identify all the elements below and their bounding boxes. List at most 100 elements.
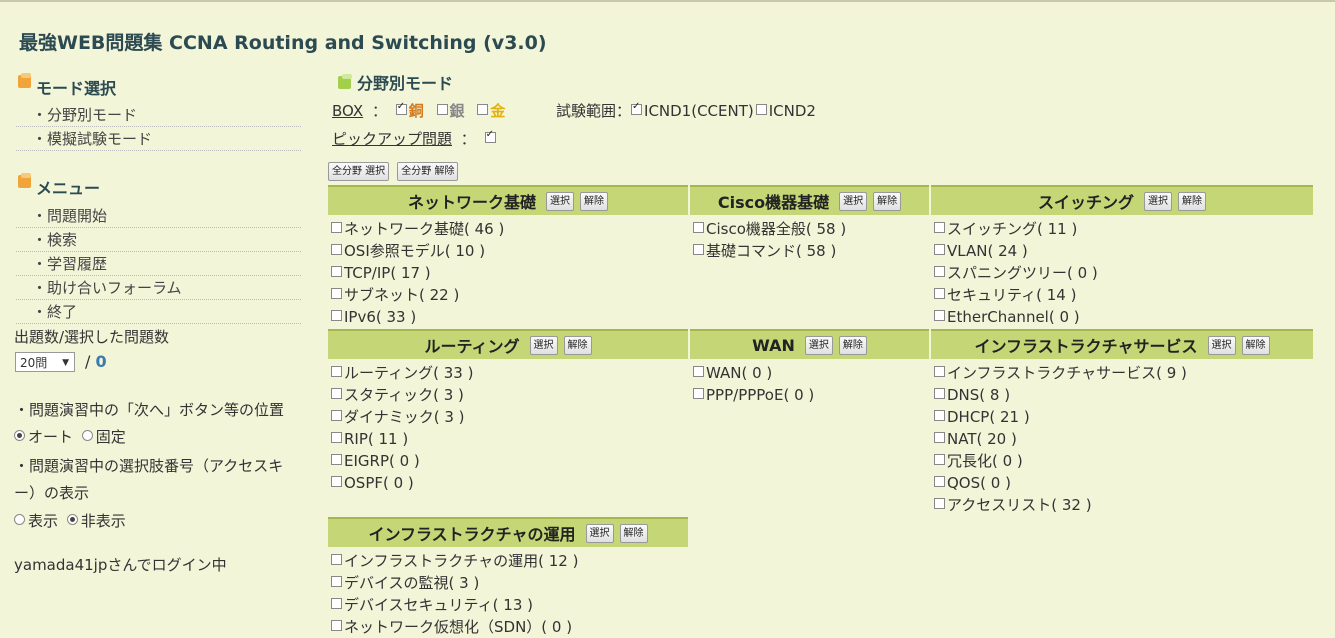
item-checkbox[interactable]	[331, 288, 342, 299]
list-item[interactable]: セキュリティ( 14 )	[934, 284, 1098, 306]
clear-button[interactable]: 解除	[619, 523, 648, 543]
item-checkbox[interactable]	[934, 498, 945, 509]
item-checkbox[interactable]	[331, 244, 342, 255]
list-item[interactable]: サブネット( 22 )	[331, 284, 504, 306]
select-button[interactable]: 選択	[546, 191, 574, 211]
item-checkbox[interactable]	[331, 388, 342, 399]
item-checkbox[interactable]	[934, 454, 945, 465]
list-item[interactable]: RIP( 11 )	[331, 428, 473, 450]
item-checkbox[interactable]	[934, 366, 945, 377]
list-item[interactable]: デバイスの監視( 3 )	[331, 572, 578, 594]
list-item[interactable]: スタティック( 3 )	[331, 384, 473, 406]
list-item[interactable]: ネットワーク基礎( 46 )	[331, 218, 504, 240]
mode-list: ・分野別モード ・模擬試験モード	[16, 104, 301, 152]
count-select[interactable]: 20問 ▼	[15, 352, 75, 372]
item-checkbox[interactable]	[331, 598, 342, 609]
item-checkbox[interactable]	[331, 620, 342, 631]
list-item[interactable]: DNS( 8 )	[934, 384, 1187, 406]
item-checkbox[interactable]	[934, 388, 945, 399]
list-item[interactable]: OSPF( 0 )	[331, 472, 473, 494]
list-item[interactable]: IPv6( 33 )	[331, 306, 504, 328]
sidebar-item-field-mode[interactable]: ・分野別モード	[16, 104, 301, 127]
list-item[interactable]: デバイスセキュリティ( 13 )	[331, 594, 578, 616]
item-checkbox[interactable]	[331, 576, 342, 587]
select-button[interactable]: 選択	[804, 335, 833, 355]
item-checkbox[interactable]	[934, 432, 945, 443]
list-item[interactable]: ダイナミック( 3 )	[331, 406, 473, 428]
list-item[interactable]: TCP/IP( 17 )	[331, 262, 504, 284]
item-checkbox[interactable]	[331, 476, 342, 487]
sidebar-item-history[interactable]: ・学習履歴	[16, 253, 301, 276]
clear-button[interactable]: 解除	[838, 335, 867, 355]
item-checkbox[interactable]	[934, 310, 945, 321]
item-checkbox[interactable]	[934, 288, 945, 299]
clear-button[interactable]: 解除	[1241, 335, 1270, 355]
list-item[interactable]: スイッチング( 11 )	[934, 218, 1098, 240]
item-checkbox[interactable]	[934, 410, 945, 421]
item-checkbox[interactable]	[331, 266, 342, 277]
list-item[interactable]: PPP/PPPoE( 0 )	[693, 384, 814, 406]
pickup-checkbox[interactable]	[484, 129, 496, 143]
list-item[interactable]: インフラストラクチャの運用( 12 )	[331, 550, 578, 572]
item-checkbox[interactable]	[693, 244, 704, 255]
select-button[interactable]: 選択	[529, 335, 558, 355]
list-item[interactable]: Cisco機器全般( 58 )	[693, 218, 846, 240]
item-checkbox[interactable]	[331, 366, 342, 377]
clear-button[interactable]: 解除	[563, 335, 592, 355]
pickup-link[interactable]: ピックアップ問題	[332, 130, 452, 148]
sidebar-item-exit[interactable]: ・終了	[16, 301, 301, 324]
list-item[interactable]: スパニングツリー( 0 )	[934, 262, 1098, 284]
clear-button[interactable]: 解除	[1178, 191, 1206, 211]
box-icon	[336, 73, 354, 91]
list-item[interactable]: 冗長化( 0 )	[934, 450, 1187, 472]
clear-all-button[interactable]: 全分野 解除	[397, 162, 459, 181]
accesskey-show-radio[interactable]	[14, 514, 25, 525]
item-checkbox[interactable]	[934, 266, 945, 277]
list-item[interactable]: ルーティング( 33 )	[331, 362, 473, 384]
scope-icnd1-checkbox[interactable]	[631, 101, 643, 115]
scope-icnd2-checkbox[interactable]	[755, 104, 767, 115]
list-item[interactable]: DHCP( 21 )	[934, 406, 1187, 428]
list-item[interactable]: EIGRP( 0 )	[331, 450, 473, 472]
list-item[interactable]: EtherChannel( 0 )	[934, 306, 1098, 328]
list-item[interactable]: QOS( 0 )	[934, 472, 1187, 494]
box-gold-checkbox[interactable]	[477, 104, 489, 115]
sidebar-item-forum[interactable]: ・助け合いフォーラム	[16, 277, 301, 300]
select-button[interactable]: 選択	[1144, 191, 1172, 211]
select-all-button[interactable]: 全分野 選択	[328, 162, 390, 181]
list-item[interactable]: OSI参照モデル( 10 )	[331, 240, 504, 262]
sidebar-item-search[interactable]: ・検索	[16, 229, 301, 252]
item-checkbox[interactable]	[331, 410, 342, 421]
box-link[interactable]: BOX	[332, 102, 363, 120]
list-item[interactable]: アクセスリスト( 32 )	[934, 494, 1187, 516]
clear-button[interactable]: 解除	[873, 191, 902, 211]
select-button[interactable]: 選択	[585, 523, 614, 543]
item-checkbox[interactable]	[693, 366, 704, 377]
item-checkbox[interactable]	[331, 554, 342, 565]
list-item[interactable]: インフラストラクチャサービス( 9 )	[934, 362, 1187, 384]
box-copper-checkbox[interactable]	[395, 101, 407, 115]
list-item[interactable]: NAT( 20 )	[934, 428, 1187, 450]
select-button[interactable]: 選択	[839, 191, 868, 211]
item-checkbox[interactable]	[693, 222, 704, 233]
clear-button[interactable]: 解除	[580, 191, 608, 211]
item-checkbox[interactable]	[331, 454, 342, 465]
item-checkbox[interactable]	[693, 388, 704, 399]
item-checkbox[interactable]	[934, 222, 945, 233]
list-item[interactable]: 基礎コマンド( 58 )	[693, 240, 846, 262]
sidebar-item-start[interactable]: ・問題開始	[16, 205, 301, 228]
position-auto-radio[interactable]	[14, 430, 25, 441]
item-checkbox[interactable]	[934, 244, 945, 255]
box-silver-checkbox[interactable]	[436, 104, 448, 115]
list-item[interactable]: ネットワーク仮想化（SDN）( 0 )	[331, 616, 578, 638]
item-checkbox[interactable]	[934, 476, 945, 487]
item-checkbox[interactable]	[331, 432, 342, 443]
list-item[interactable]: VLAN( 24 )	[934, 240, 1098, 262]
sidebar-item-mock-exam[interactable]: ・模擬試験モード	[16, 128, 301, 151]
position-fixed-radio[interactable]	[81, 430, 93, 441]
list-item[interactable]: WAN( 0 )	[693, 362, 814, 384]
accesskey-hide-radio[interactable]	[66, 514, 78, 525]
select-button[interactable]: 選択	[1207, 335, 1236, 355]
item-checkbox[interactable]	[331, 222, 342, 233]
item-checkbox[interactable]	[331, 310, 342, 321]
